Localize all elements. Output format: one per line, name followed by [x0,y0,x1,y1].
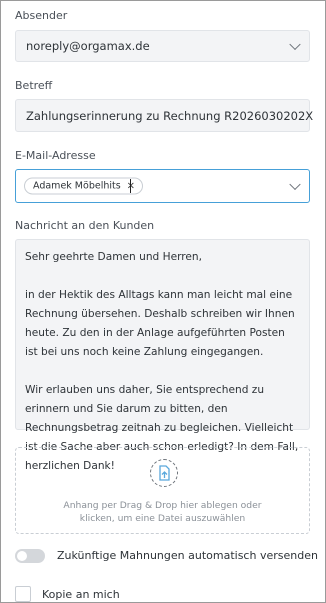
reminder-email-form: Absender noreply@orgamax.de Betreff Zahl… [0,0,326,603]
auto-reminder-label: Zukünftige Mahnungen automatisch versend… [57,549,318,562]
copy-to-me-checkbox[interactable] [15,586,31,602]
message-label: Nachricht an den Kunden [15,219,155,232]
sender-value: noreply@orgamax.de [26,39,150,53]
email-address-label: E-Mail-Adresse [15,149,96,162]
dropzone-hint: Anhang per Drag & Drop hier ablegen oder… [16,499,309,525]
copy-to-me-label: Kopie an mich [42,588,120,601]
message-paragraph: in der Hektik des Alltags kann man leich… [25,289,295,358]
subject-input[interactable]: Zahlungserinnerung zu Rechnung R20260302… [15,99,314,132]
file-upload-icon [150,459,178,487]
subject-label: Betreff [15,79,53,92]
auto-reminder-toggle[interactable] [15,549,45,563]
attachment-dropzone[interactable]: Anhang per Drag & Drop hier ablegen oder… [15,447,310,534]
recipient-chip: Adamek Möbelhits× [24,177,144,195]
email-address-input[interactable]: Adamek Möbelhits× [15,169,310,203]
text-cursor [130,179,131,193]
sender-select[interactable]: noreply@orgamax.de [15,30,310,62]
dropzone-hint-line: klicken, um eine Datei auszuwählen [79,513,246,524]
chevron-down-icon[interactable] [289,38,301,51]
message-textarea[interactable]: Sehr geehrte Damen und Herren, in der He… [15,239,310,472]
sender-label: Absender [15,9,68,22]
subject-value: Zahlungserinnerung zu Rechnung R20260302… [26,108,314,123]
toggle-knob [17,551,27,561]
dropzone-hint-line: Anhang per Drag & Drop hier ablegen oder [63,500,262,511]
chevron-down-icon[interactable] [289,178,301,191]
message-paragraph: Sehr geehrte Damen und Herren, [25,251,203,263]
recipient-chip-label: Adamek Möbelhits [33,180,121,192]
